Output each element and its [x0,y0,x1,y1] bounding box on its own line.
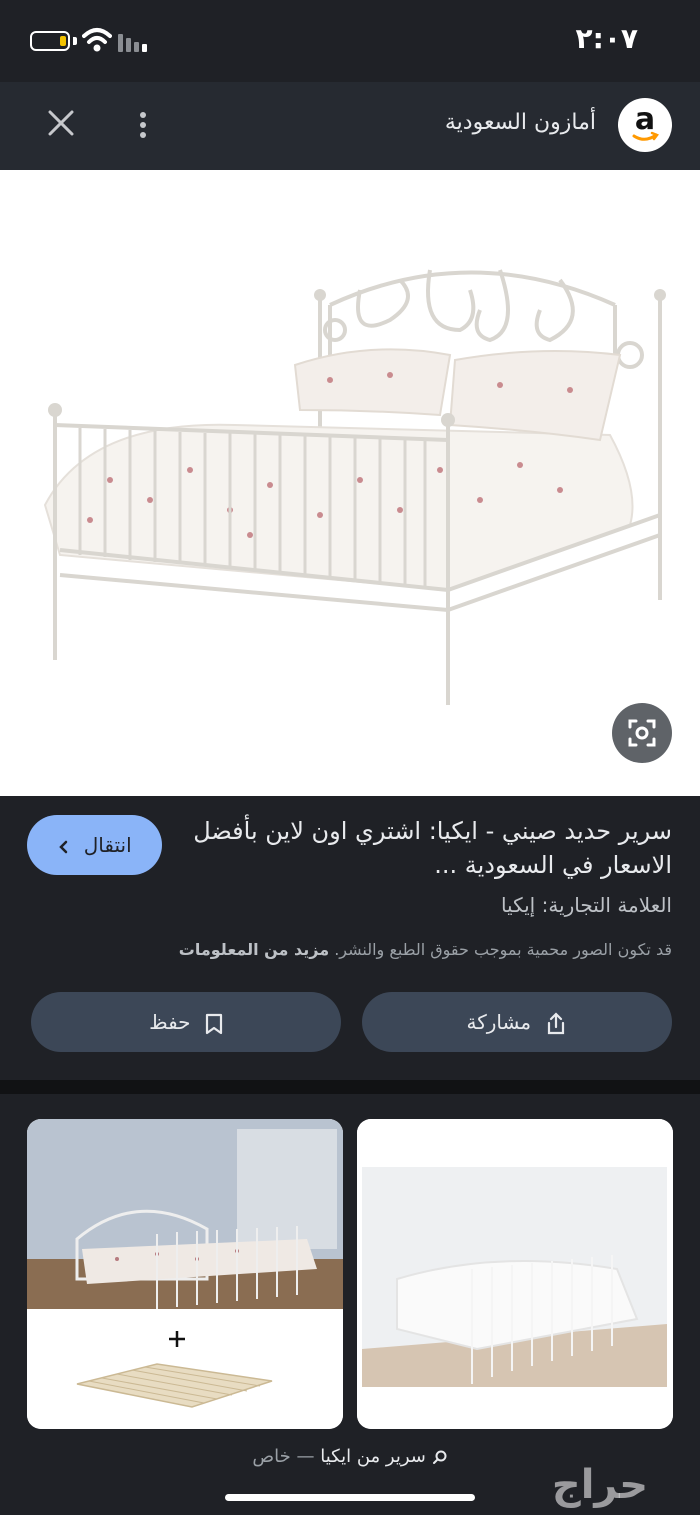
visit-button[interactable]: انتقال [27,815,162,875]
save-button[interactable]: حفظ [31,992,341,1052]
chevron-left-icon [59,840,68,853]
status-time: ٢:٠٧ [575,22,638,55]
related-image-card[interactable] [27,1119,343,1429]
lens-icon [628,719,656,747]
lens-button[interactable] [612,703,672,763]
battery-nub [73,37,77,45]
share-button[interactable]: مشاركة [362,992,672,1052]
search-query-text: سرير من ايكيا [320,1446,426,1467]
source-site-name[interactable]: أمازون السعودية [445,110,596,135]
result-title[interactable]: سرير حديد صيني - ايكيا: اشتري اون لاين ب… [172,814,672,882]
wifi-icon [82,28,112,52]
save-label: حفظ [149,1010,191,1034]
copyright-text: قد تكون الصور محمية بموجب حقوق الطبع وال… [334,940,672,959]
bookmark-icon [205,1013,223,1034]
share-label: مشاركة [466,1010,532,1034]
close-icon [48,110,74,136]
brand-label: العلامة التجارية: إيكيا [500,893,672,917]
battery-icon [30,31,70,51]
related-image-card[interactable] [357,1119,673,1429]
bed-illustration [43,269,666,705]
related-image-bedroom-slats [27,1119,343,1429]
more-info-link[interactable]: مزيد من المعلومات [179,940,329,959]
search-icon [432,1450,447,1464]
home-indicator[interactable] [225,1494,475,1501]
haraj-watermark: حراج [551,1462,649,1508]
copyright-notice: قد تكون الصور محمية بموجب حقوق الطبع وال… [179,940,672,959]
share-icon [548,1011,565,1034]
section-divider [0,1080,700,1094]
visit-label: انتقال [83,833,132,857]
query-separator: — [296,1446,315,1467]
close-button[interactable] [40,108,82,144]
product-image[interactable] [0,170,700,796]
private-mode-label: خاص [252,1446,291,1467]
amazon-logo: a [618,98,672,152]
more-options-button[interactable] [130,108,156,144]
more-vert-icon [140,112,146,118]
signal-icon [118,34,147,52]
status-bar: ٢:٠٧ [0,0,700,82]
related-image-white-bedroom [357,1119,673,1429]
